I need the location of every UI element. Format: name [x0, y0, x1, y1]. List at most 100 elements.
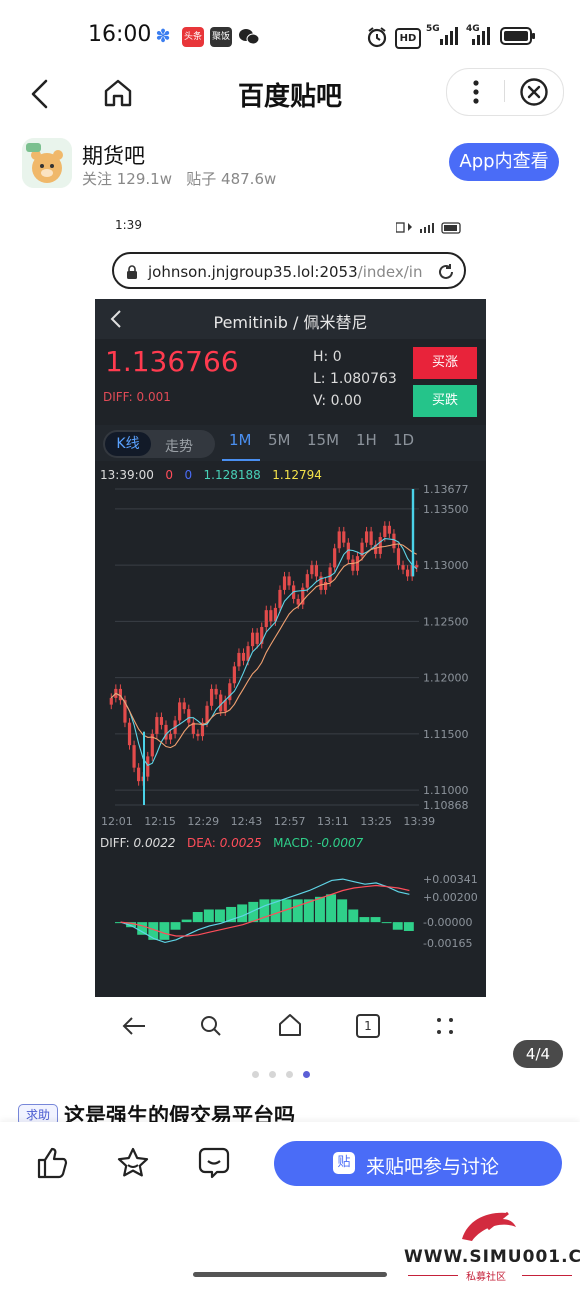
- candle: [323, 582, 328, 590]
- volume-row: V: 0.00: [313, 393, 362, 409]
- url-text[interactable]: johnson.jnjgroup35.lol:2053/index/in: [148, 263, 422, 281]
- candle: [296, 598, 300, 605]
- macd-bar: [181, 919, 192, 923]
- menu-icon[interactable]: [436, 1017, 454, 1039]
- carousel-dot-active[interactable]: [303, 1071, 310, 1078]
- battery-icon: [500, 27, 536, 49]
- timeframe-1h[interactable]: 1H: [356, 431, 377, 449]
- status-time: 16:00: [88, 22, 152, 47]
- macd-bar: [170, 922, 181, 930]
- reload-icon[interactable]: [435, 261, 463, 283]
- candle: [214, 688, 218, 695]
- join-discussion-label: 来贴吧参与讨论: [366, 1156, 500, 1178]
- macd-y-tick-label: +0.00200: [423, 891, 478, 904]
- buy-down-button[interactable]: 买跌: [413, 385, 477, 417]
- forum-stats: 关注 129.1w 贴子 487.6w: [82, 170, 277, 188]
- candle: [278, 589, 282, 608]
- home-indicator: [193, 1272, 387, 1277]
- capsule-divider: [504, 80, 505, 102]
- open-in-app-button[interactable]: App内查看: [449, 143, 559, 181]
- y-tick-label: 1.10868: [423, 799, 469, 812]
- candle: [187, 709, 191, 723]
- candle: [159, 717, 164, 725]
- candle: [378, 537, 382, 554]
- buy-up-button[interactable]: 买涨: [413, 347, 477, 379]
- candle: [178, 702, 182, 721]
- tabs-icon[interactable]: 1: [356, 1014, 380, 1038]
- like-icon[interactable]: [36, 1146, 70, 1184]
- 5g-signal-icon: 5G: [424, 24, 460, 52]
- search-icon[interactable]: [199, 1014, 223, 1042]
- inner-status-time: 1:39: [115, 218, 142, 232]
- candle: [232, 666, 236, 684]
- tab-trend[interactable]: 走势: [165, 436, 193, 456]
- tab-kline[interactable]: K线: [105, 432, 151, 456]
- x-tick-label: 13:11: [317, 815, 349, 828]
- candle: [146, 756, 150, 777]
- candle: [109, 697, 113, 705]
- timeframe-1d[interactable]: 1D: [393, 431, 414, 449]
- candle: [387, 525, 391, 534]
- timeframe-15m[interactable]: 15M: [307, 431, 339, 449]
- forum-name[interactable]: 期货吧: [82, 140, 145, 170]
- 4g-signal-icon: 4G: [464, 24, 494, 52]
- macd-bar: [192, 912, 203, 923]
- watermark-subtext: 私募社区: [466, 1272, 506, 1283]
- candle: [209, 688, 214, 706]
- candle: [282, 576, 287, 590]
- lock-icon: [126, 264, 138, 283]
- candle: [228, 683, 232, 701]
- y-tick-label: 1.12000: [423, 672, 469, 685]
- home-icon[interactable]: [278, 1013, 302, 1041]
- comment-icon[interactable]: [197, 1146, 231, 1184]
- url-bar[interactable]: johnson.jnjgroup35.lol:2053/index/in: [112, 252, 466, 289]
- back-icon[interactable]: [121, 1015, 147, 1041]
- candle: [392, 533, 396, 549]
- diff-indicator: DIFF: 0.001: [103, 390, 171, 404]
- more-vertical-icon[interactable]: [466, 78, 486, 110]
- chart-tabs: K线 走势: [95, 425, 486, 461]
- x-tick-label: 12:15: [144, 815, 176, 828]
- image-counter: 4/4: [513, 1040, 563, 1068]
- candle: [241, 652, 246, 661]
- macd-bar: [381, 922, 392, 924]
- timeframe-indicator: [222, 459, 260, 461]
- hd-icon: HD: [395, 28, 421, 49]
- trading-app-panel: Pemitinib / 佩米替尼 1.136766 DIFF: 0.001 H:…: [95, 299, 486, 997]
- carousel-dot[interactable]: [252, 1071, 259, 1078]
- candle: [164, 724, 168, 740]
- macd-bar: [348, 909, 359, 923]
- current-price: 1.136766: [105, 345, 239, 378]
- forum-avatar[interactable]: [22, 138, 72, 188]
- close-circle-icon[interactable]: [519, 77, 549, 111]
- macd-chart: +0.00341 +0.00200 -0.00000 -0.00165: [115, 873, 478, 950]
- x-tick-label: 12:01: [101, 815, 133, 828]
- join-discussion-button[interactable]: 贴 来贴吧参与讨论: [274, 1141, 562, 1186]
- candle: [314, 565, 319, 577]
- favorite-icon[interactable]: [116, 1146, 150, 1184]
- macd-bar: [370, 917, 381, 923]
- y-tick-label: 1.11500: [423, 728, 469, 741]
- status-bar: 16:00 ✽ 头条 聚饭 HD 5G 4G: [0, 0, 580, 70]
- candle: [127, 722, 132, 746]
- y-tick-label: 1.13000: [423, 559, 469, 572]
- macd-bar: [215, 909, 225, 923]
- low-row: L: 1.080763: [313, 371, 397, 387]
- macd-bar: [315, 896, 325, 923]
- macd-bar: [359, 917, 370, 923]
- candle: [205, 705, 209, 723]
- candle: [196, 733, 200, 737]
- instrument-title: Pemitinib / 佩米替尼: [213, 313, 368, 332]
- y-tick-label: 1.13500: [423, 503, 469, 516]
- candle: [369, 531, 373, 545]
- carousel-dot[interactable]: [286, 1071, 293, 1078]
- timeframe-5m[interactable]: 5M: [268, 431, 291, 449]
- timeframe-1m[interactable]: 1M: [229, 431, 252, 449]
- candle: [401, 565, 405, 570]
- macd-bar: [237, 904, 248, 923]
- watermark-line-right: [522, 1275, 572, 1276]
- x-tick-label: 12:43: [231, 815, 263, 828]
- macd-bar: [337, 899, 348, 923]
- y-tick-label: 1.12500: [423, 615, 469, 628]
- carousel-dot[interactable]: [269, 1071, 276, 1078]
